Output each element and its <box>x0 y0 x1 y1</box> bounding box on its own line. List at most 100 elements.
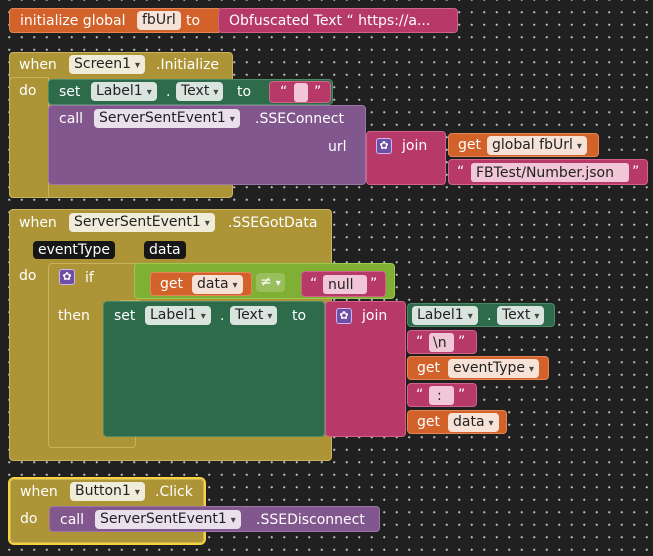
path-string-value: FBTest/Number.json <box>476 165 614 181</box>
label1-component-dropdown[interactable]: Label1 ▾ <box>91 82 157 101</box>
do-label: do <box>20 511 38 527</box>
eventtype-var-dropdown[interactable]: eventType ▾ <box>448 359 540 378</box>
text-property-text: Text <box>235 307 264 323</box>
path-string-block[interactable]: “ FBTest/Number.json ” <box>448 159 648 185</box>
label1-text-getter-block[interactable]: Label1 ▾ . Text ▾ <box>407 303 555 327</box>
newline-string-block[interactable]: “ \n ” <box>407 330 477 354</box>
empty-string-block[interactable]: “ ” <box>269 81 331 103</box>
empty-string-field[interactable] <box>294 83 308 102</box>
to-label: to <box>292 308 307 324</box>
then-label: then <box>58 308 90 324</box>
label1-text: Label1 <box>150 307 197 323</box>
chevron-down-icon: ▾ <box>213 87 219 98</box>
initialize-event-label: .Initialize <box>156 57 220 73</box>
chevron-down-icon: ▾ <box>529 364 535 375</box>
call-sseconnect-block[interactable]: call ServerSentEvent1 ▾ .SSEConnect url <box>48 105 366 185</box>
data-var-dropdown[interactable]: data ▾ <box>448 413 499 432</box>
dot-label: . <box>220 308 225 324</box>
global-fburl-dropdown[interactable]: global fbUrl ▾ <box>487 136 587 155</box>
eventtype-param[interactable]: eventType <box>33 241 116 259</box>
obfuscated-text-block[interactable]: Obfuscated Text “ https://a... <box>218 8 458 33</box>
chevron-down-icon: ▾ <box>576 141 582 152</box>
sse-component-text: ServerSentEvent1 <box>99 110 226 126</box>
chevron-down-icon: ▾ <box>230 515 236 526</box>
chevron-down-icon: ▾ <box>534 311 540 322</box>
call-label: call <box>59 111 84 127</box>
initialize-global-label: initialize global <box>20 13 126 29</box>
sse-component-dropdown[interactable]: ServerSentEvent1 ▾ <box>95 510 241 529</box>
data-var-text: data <box>453 414 485 430</box>
get-label: get <box>458 137 481 153</box>
sse-component-dropdown[interactable]: ServerSentEvent1 ▾ <box>94 109 240 128</box>
then-set-label-text-block[interactable]: set Label1 ▾ . Text ▾ to <box>103 301 325 437</box>
when-label: when <box>19 215 57 231</box>
click-event-label: .Click <box>155 484 193 500</box>
label1-component-dropdown[interactable]: Label1 ▾ <box>145 306 211 325</box>
join-label: join <box>362 308 388 324</box>
quote-close: ” <box>314 84 322 100</box>
quote-open: “ <box>457 164 465 180</box>
sse-component-dropdown[interactable]: ServerSentEvent1 ▾ <box>69 213 215 232</box>
data-var-dropdown[interactable]: data ▾ <box>192 275 243 294</box>
join-block[interactable]: ✿ join <box>366 131 446 185</box>
global-fburl-text: global fbUrl <box>492 137 573 153</box>
gear-icon[interactable]: ✿ <box>336 308 352 324</box>
quote-open: “ <box>280 84 288 100</box>
global-var-name-field[interactable]: fbUrl <box>137 11 181 30</box>
set-label: set <box>114 308 136 324</box>
sse-component-text: ServerSentEvent1 <box>100 511 227 527</box>
gear-icon[interactable]: ✿ <box>376 138 392 154</box>
ssedisconnect-method-label: .SSEDisconnect <box>256 512 365 528</box>
quote-close: ” <box>458 387 466 403</box>
screen1-component-dropdown[interactable]: Screen1 ▾ <box>69 55 146 74</box>
colon-string-block[interactable]: “ : ” <box>407 383 477 407</box>
text-property-dropdown[interactable]: Text ▾ <box>230 306 278 325</box>
chevron-down-icon: ▾ <box>134 487 140 498</box>
chevron-down-icon: ▾ <box>146 87 152 98</box>
chevron-down-icon: ▾ <box>488 418 494 429</box>
text-property-dropdown[interactable]: Text ▾ <box>497 306 545 325</box>
compare-block[interactable]: get data ▾ ≠ ▾ “ null ” <box>134 263 395 299</box>
obfuscated-text-value[interactable]: Obfuscated Text “ https://a... <box>229 12 430 30</box>
text-property-dropdown[interactable]: Text ▾ <box>176 82 224 101</box>
get-label: get <box>417 414 440 430</box>
gear-icon[interactable]: ✿ <box>59 269 75 285</box>
to-label: to <box>237 84 252 100</box>
get-eventtype-block[interactable]: get eventType ▾ <box>407 356 549 380</box>
data-param[interactable]: data <box>144 241 186 259</box>
get-data-block[interactable]: get data ▾ <box>407 410 507 434</box>
chevron-down-icon: ▾ <box>135 60 141 71</box>
null-string-block[interactable]: “ null ” <box>301 271 386 297</box>
dot-label: . <box>487 308 492 324</box>
dot-label: . <box>166 84 171 100</box>
get-global-fburl-block[interactable]: get global fbUrl ▾ <box>448 133 599 157</box>
text-property-text: Text <box>502 307 531 323</box>
quote-close: ” <box>370 276 378 292</box>
newline-string-value: \n <box>433 335 447 351</box>
colon-string-value: : <box>437 388 442 404</box>
if-label: if <box>85 270 94 286</box>
not-equal-dropdown[interactable]: ≠ ▾ <box>256 273 285 292</box>
button1-component-dropdown[interactable]: Button1 ▾ <box>70 482 145 501</box>
call-label: call <box>60 512 85 528</box>
null-string-value: null <box>328 277 354 293</box>
sse-component-text: ServerSentEvent1 <box>74 214 201 230</box>
call-ssedisconnect-block[interactable]: call ServerSentEvent1 ▾ .SSEDisconnect <box>49 506 380 532</box>
label1-component-dropdown[interactable]: Label1 ▾ <box>412 306 478 325</box>
do-label: do <box>19 83 37 99</box>
global-variable-block[interactable]: initialize global fbUrl to <box>9 8 222 33</box>
quote-open: “ <box>416 387 424 403</box>
button1-component-text: Button1 <box>75 483 131 499</box>
eventtype-var-text: eventType <box>453 360 526 376</box>
join-block[interactable]: ✿ join <box>325 301 406 437</box>
get-label: get <box>417 360 440 376</box>
join-label: join <box>402 138 428 154</box>
data-var-text: data <box>197 276 229 292</box>
get-data-block[interactable]: get data ▾ <box>150 272 252 296</box>
chevron-down-icon: ▾ <box>275 278 281 289</box>
get-label: get <box>160 276 183 292</box>
global-to-label: to <box>186 13 201 29</box>
quote-open: “ <box>416 334 424 350</box>
set-label: set <box>59 84 81 100</box>
quote-close: ” <box>632 164 640 180</box>
